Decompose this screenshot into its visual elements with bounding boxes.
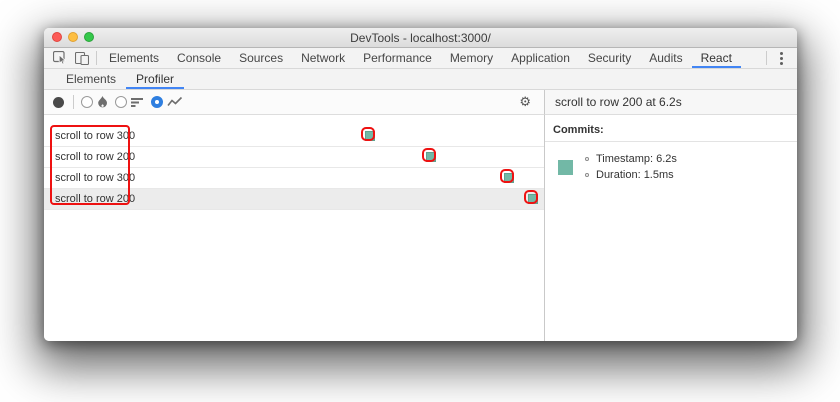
window-title: DevTools - localhost:3000/ — [350, 30, 491, 45]
selected-interaction-label: scroll to row 200 at 6.2s — [555, 95, 682, 109]
interactions-radio[interactable] — [151, 96, 163, 108]
bullet-icon — [585, 173, 589, 177]
interaction-label: scroll to row 200 — [55, 193, 136, 205]
commits-panel: Commits: Timestamp: 6.2s Duration: 1.5ms — [545, 115, 797, 341]
tabbar-right-controls — [763, 48, 792, 68]
record-button[interactable] — [53, 96, 64, 108]
interaction-label: scroll to row 200 — [55, 151, 136, 163]
flame-icon — [97, 96, 108, 108]
tab-react[interactable]: React — [692, 48, 741, 68]
tab-elements[interactable]: Elements — [100, 48, 168, 68]
commit-timestamp-line: Timestamp: 6.2s — [585, 153, 677, 165]
tab-sources[interactable]: Sources — [230, 48, 292, 68]
inspect-element-icon[interactable] — [49, 48, 71, 68]
tab-audits[interactable]: Audits — [640, 48, 691, 68]
profiler-toolbar: ⚙ — [44, 90, 545, 115]
tab-network[interactable]: Network — [292, 48, 354, 68]
commit-entry[interactable]: Timestamp: 6.2s Duration: 1.5ms — [545, 153, 797, 181]
interaction-row[interactable]: scroll to row 300 — [44, 168, 544, 189]
commit-duration: Duration: 1.5ms — [596, 169, 674, 181]
gear-icon[interactable]: ⚙ — [519, 96, 531, 109]
interaction-row[interactable]: scroll to row 300 — [44, 126, 544, 147]
interaction-label: scroll to row 300 — [55, 172, 136, 184]
devtools-tabbar: Elements Console Sources Network Perform… — [44, 48, 797, 69]
tab-application[interactable]: Application — [502, 48, 579, 68]
interactions-timeline: scroll to row 300 scroll to row 200 scro… — [44, 115, 545, 341]
subtab-elements[interactable]: Elements — [56, 69, 126, 89]
tab-console[interactable]: Console — [168, 48, 230, 68]
more-options-icon[interactable] — [770, 48, 792, 68]
commit-timestamp: Timestamp: 6.2s — [596, 153, 677, 165]
commits-heading: Commits: — [545, 115, 797, 142]
interaction-row[interactable]: scroll to row 200 — [44, 189, 544, 210]
react-subtabbar: Elements Profiler — [44, 69, 797, 90]
commit-details: Timestamp: 6.2s Duration: 1.5ms — [585, 153, 677, 181]
profiler-toolbar-row: ⚙ scroll to row 200 at 6.2s — [44, 90, 797, 115]
interactions-zigzag-icon — [167, 96, 183, 108]
profiler-content: scroll to row 300 scroll to row 200 scro… — [44, 115, 797, 341]
traffic-lights — [52, 32, 94, 42]
commit-marker[interactable] — [504, 173, 514, 183]
selected-interaction-header: scroll to row 200 at 6.2s — [545, 90, 797, 115]
mode-flamegraph[interactable] — [81, 96, 108, 108]
tabbar-divider — [96, 51, 97, 65]
devtools-window: DevTools - localhost:3000/ Elements Cons… — [44, 28, 797, 341]
ranked-bars-icon — [131, 97, 144, 108]
interaction-label: scroll to row 300 — [55, 130, 136, 142]
minimize-window-button[interactable] — [68, 32, 78, 42]
flamegraph-radio[interactable] — [81, 96, 93, 108]
interaction-row[interactable]: scroll to row 200 — [44, 147, 544, 168]
tab-security[interactable]: Security — [579, 48, 640, 68]
mode-ranked[interactable] — [115, 96, 144, 108]
mode-interactions[interactable] — [151, 96, 183, 108]
tabbar-right-divider — [766, 51, 767, 65]
commit-marker[interactable] — [426, 152, 436, 162]
tab-memory[interactable]: Memory — [441, 48, 502, 68]
bullet-icon — [585, 157, 589, 161]
device-toolbar-icon[interactable] — [71, 48, 93, 68]
commit-swatch[interactable] — [558, 159, 573, 175]
tab-performance[interactable]: Performance — [354, 48, 441, 68]
toolbar-divider — [73, 95, 74, 109]
subtab-profiler[interactable]: Profiler — [126, 69, 184, 89]
close-window-button[interactable] — [52, 32, 62, 42]
commit-marker[interactable] — [365, 131, 375, 141]
zoom-window-button[interactable] — [84, 32, 94, 42]
commit-duration-line: Duration: 1.5ms — [585, 169, 677, 181]
commit-marker[interactable] — [528, 194, 538, 204]
ranked-radio[interactable] — [115, 96, 127, 108]
titlebar: DevTools - localhost:3000/ — [44, 28, 797, 48]
